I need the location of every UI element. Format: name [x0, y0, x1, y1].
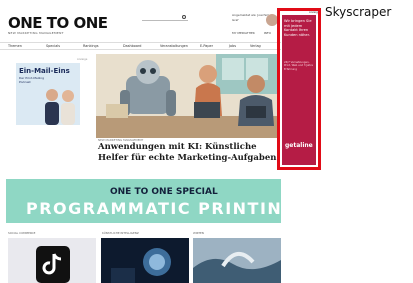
hero-headline[interactable]: Anwendungen mit KI: Künstliche Helfer fü… — [98, 142, 282, 164]
nav-item-verlag[interactable]: Verlag — [250, 44, 261, 48]
skyscraper-annotation: Skyscraper — [325, 5, 392, 19]
card-label-wirten: WIRTEN — [193, 231, 204, 235]
header-link-mediathek[interactable]: MY MEDIATHEK — [232, 31, 255, 35]
skyscraper-ad-note: 24/7 Vernetzungen, Print, Web und 3 Jahr… — [284, 61, 313, 71]
nav-item-rankings[interactable]: Rankings — [83, 44, 98, 48]
user-info: Angemeldet als: Joachim Graf — [232, 13, 270, 22]
skyscraper-ad-brand: getaline — [285, 142, 313, 149]
banner-top-label: ONE TO ONE SPECIAL — [110, 187, 218, 197]
podcast-ad-subtitle: Der Print-Mailing Podcast — [19, 76, 45, 84]
article-card-wave[interactable] — [193, 238, 281, 283]
skyscraper-ad[interactable]: Wir bringen Sie mit jedem Kontakt Ihren … — [282, 15, 316, 165]
skyscraper-ad-text: Wir bringen Sie mit jedem Kontakt Ihren … — [284, 19, 312, 37]
nav-item-specials[interactable]: Specials — [46, 44, 60, 48]
article-card-ki[interactable] — [101, 238, 189, 283]
hero-illustration[interactable] — [96, 54, 280, 138]
main-nav: Themen Specials Rankings Dashboard Veran… — [0, 42, 281, 50]
banner-title: PROGRAMMATIC PRINTING — [26, 199, 297, 218]
screenshot: ONE TO ONE NEW MARKETING MANAGEMENT Ange… — [0, 0, 413, 283]
ad-tag: Anzeige — [77, 58, 88, 61]
header-link-info[interactable]: INFO — [264, 31, 271, 35]
card-label-social-commerce: SOCIAL COMMERCE — [8, 231, 36, 235]
header-links: MY MEDIATHEK INFO — [232, 31, 279, 35]
podcast-ad-title: Ein-Mail-Eins — [19, 67, 70, 75]
skyscraper-highlight-frame: Wir bringen Sie mit jedem Kontakt Ihren … — [277, 8, 321, 170]
site-tagline: NEW MARKETING MANAGEMENT — [8, 31, 64, 35]
article-card-tiktok[interactable] — [8, 238, 96, 283]
podcast-ad[interactable]: Ein-Mail-Eins Der Print-Mailing Podcast — [16, 63, 80, 125]
podcast-hosts-photo — [45, 89, 75, 125]
search-input[interactable] — [142, 14, 188, 21]
nav-item-dashboard[interactable]: Dashboard — [123, 44, 141, 48]
site-logo[interactable]: ONE TO ONE — [8, 14, 108, 32]
nav-item-themen[interactable]: Themen — [8, 44, 22, 48]
search-icon[interactable] — [182, 15, 186, 19]
nav-item-epaper[interactable]: E-Paper — [200, 44, 213, 48]
nav-item-jobs[interactable]: Jobs — [229, 44, 236, 48]
nav-item-veranstaltungen[interactable]: Veranstaltungen — [160, 44, 188, 48]
special-banner[interactable]: ONE TO ONE SPECIAL PROGRAMMATIC PRINTING — [6, 179, 297, 223]
card-label-ki: KÜNSTLICHE INTELLIGENZ — [102, 231, 139, 235]
